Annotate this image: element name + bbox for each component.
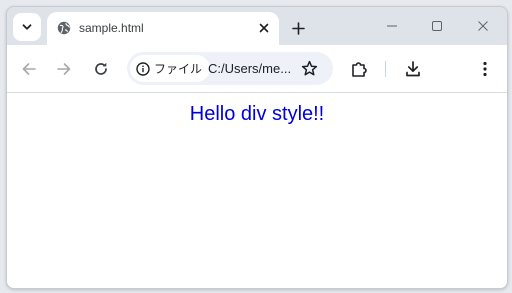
forward-button[interactable] [52,57,76,81]
close-icon [477,20,489,32]
address-bar[interactable]: ファイル C:/Users/me... [127,52,333,85]
puzzle-icon [350,60,368,78]
close-window-button[interactable] [463,13,503,39]
menu-button[interactable] [473,57,497,81]
minimize-button[interactable] [372,13,412,39]
tab-close-button[interactable] [255,19,273,37]
download-icon [404,60,422,78]
page-content: Hello div style!! [7,93,507,288]
reload-button[interactable] [89,57,113,81]
more-vert-icon [482,61,488,77]
arrow-left-icon [21,61,37,77]
extensions-button[interactable] [347,57,371,81]
bookmark-button[interactable] [299,58,319,78]
star-icon [301,60,318,77]
plus-icon [291,21,305,35]
minimize-icon [386,20,398,32]
reload-icon [93,61,109,77]
hello-text: Hello div style!! [189,103,325,125]
site-info-label: ファイル [154,62,203,76]
info-icon [136,61,150,76]
tab-strip: sample.html [7,7,507,45]
browser-window: sample.html ファイル C:/Users/me... Hello di… [6,6,508,289]
back-button[interactable] [17,57,41,81]
globe-icon [57,21,71,35]
close-icon [259,23,269,33]
chevron-down-icon [21,21,33,33]
url-text[interactable]: C:/Users/me... [208,61,291,76]
downloads-button[interactable] [401,57,425,81]
toolbar-divider [385,61,386,77]
tab-search-button[interactable] [13,13,41,41]
maximize-icon [431,20,443,32]
tab-title: sample.html [79,21,144,35]
maximize-button[interactable] [417,13,457,39]
arrow-right-icon [56,61,72,77]
new-tab-button[interactable] [287,17,309,39]
site-info-button[interactable]: ファイル [130,55,211,82]
toolbar: ファイル C:/Users/me... [7,45,507,93]
tab-sample-html[interactable]: sample.html [47,12,279,45]
